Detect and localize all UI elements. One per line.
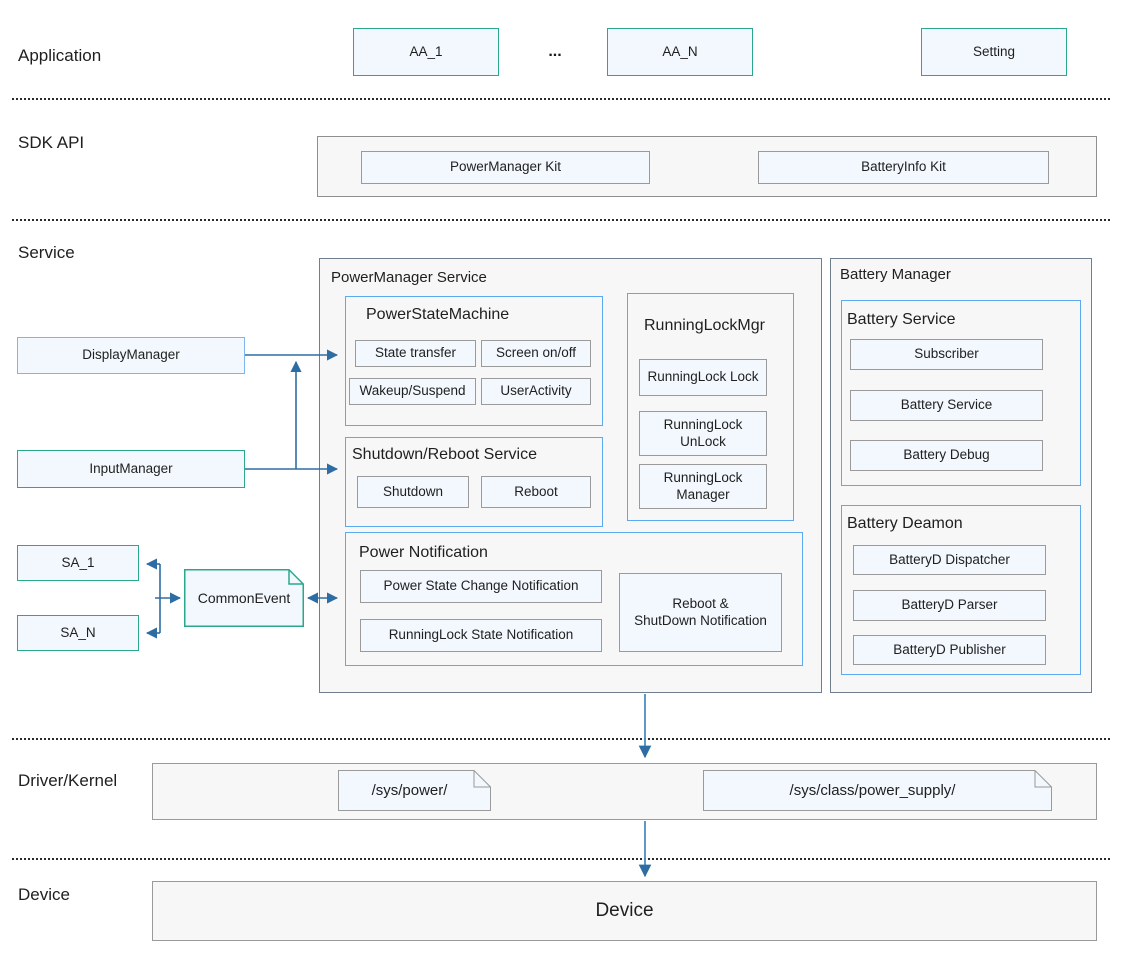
sdk-kit-powermanager[interactable]: PowerManager Kit [361,151,650,184]
bd-item-publisher[interactable]: BatteryD Publisher [853,635,1046,665]
psm-item-screen-on-off[interactable]: Screen on/off [481,340,591,367]
psm-item-useractivity[interactable]: UserActivity [481,378,591,405]
rlm-item-unlock[interactable]: RunningLock UnLock [639,411,767,456]
architecture-diagram: Application SDK API Service Driver/Kerne… [0,0,1122,958]
service-note-commonevent[interactable]: CommonEvent [184,569,304,627]
pn-item-power-state-change[interactable]: Power State Change Notification [360,570,602,603]
divider-service-driver [12,738,1110,740]
bs-item-battery-debug[interactable]: Battery Debug [850,440,1043,471]
divider-application-sdk [12,98,1110,100]
bd-item-parser[interactable]: BatteryD Parser [853,590,1046,621]
group-title-runninglockmgr: RunningLockMgr [644,317,765,334]
rlm-item-manager[interactable]: RunningLock Manager [639,464,767,509]
sys-class-power-supply-label: /sys/class/power_supply/ [789,782,956,799]
service-box-sa-n[interactable]: SA_N [17,615,139,651]
bs-item-subscriber[interactable]: Subscriber [850,339,1043,370]
group-title-shutdown-reboot: Shutdown/Reboot Service [352,446,537,463]
pn-item-reboot-shutdown[interactable]: Reboot & ShutDown Notification [619,573,782,652]
app-box-setting[interactable]: Setting [921,28,1067,76]
service-box-inputmanager[interactable]: InputManager [17,450,245,488]
device-label: Device [595,900,654,921]
srs-item-shutdown[interactable]: Shutdown [357,476,469,508]
bd-item-dispatcher[interactable]: BatteryD Dispatcher [853,545,1046,575]
divider-sdk-service [12,219,1110,221]
service-box-displaymanager[interactable]: DisplayManager [17,337,245,374]
battery-manager-title: Battery Manager [840,266,951,283]
group-title-battery-service: Battery Service [847,311,956,328]
driver-note-sys-class-power-supply[interactable]: /sys/class/power_supply/ [703,770,1052,811]
service-box-sa-1[interactable]: SA_1 [17,545,139,581]
psm-item-state-transfer[interactable]: State transfer [355,340,476,367]
driver-note-sys-power[interactable]: /sys/power/ [338,770,491,811]
commonevent-label: CommonEvent [197,590,291,606]
pn-item-runninglock-state[interactable]: RunningLock State Notification [360,619,602,652]
group-title-powerstatemachine: PowerStateMachine [366,306,510,323]
sdk-kit-batteryinfo[interactable]: BatteryInfo Kit [758,151,1049,184]
app-box-aa-n[interactable]: AA_N [607,28,753,76]
layer-label-service: Service [18,243,75,262]
sys-power-label: /sys/power/ [371,782,448,799]
divider-driver-device [12,858,1110,860]
rlm-item-lock[interactable]: RunningLock Lock [639,359,767,396]
device-container: Device [152,881,1097,941]
layer-label-device: Device [18,885,70,904]
app-ellipsis: ... [548,43,562,60]
layer-label-driver-kernel: Driver/Kernel [18,771,118,790]
layer-label-application: Application [18,46,102,65]
srs-item-reboot[interactable]: Reboot [481,476,591,508]
bs-item-battery-service[interactable]: Battery Service [850,390,1043,421]
psm-item-wakeup-suspend[interactable]: Wakeup/Suspend [349,378,476,405]
app-box-aa-1[interactable]: AA_1 [353,28,499,76]
group-title-power-notification: Power Notification [359,544,488,561]
group-title-battery-deamon: Battery Deamon [847,515,963,532]
layer-label-sdk-api: SDK API [18,133,85,152]
powermanager-service-title: PowerManager Service [331,269,487,286]
